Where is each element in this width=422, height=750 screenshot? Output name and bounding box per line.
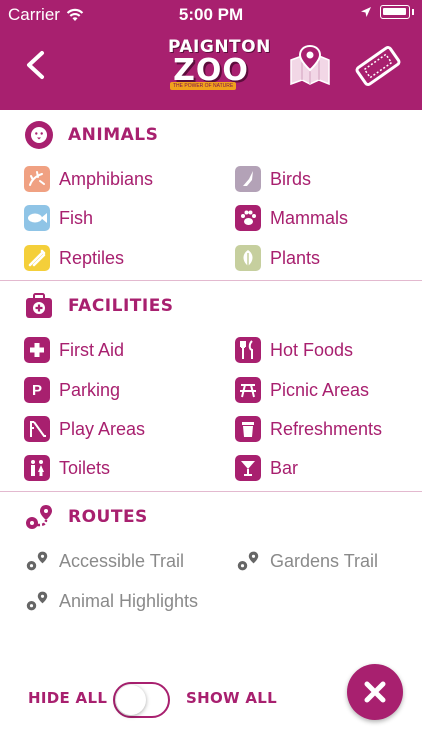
- section-divider: [0, 491, 422, 492]
- section-title-facilities: FACILITIES: [68, 296, 174, 316]
- lion-icon: [25, 121, 53, 149]
- frog-icon: [24, 166, 50, 192]
- status-time: 5:00 PM: [178, 5, 244, 24]
- status-bar: Carrier 5:00 PM: [0, 0, 422, 28]
- fish-icon: [24, 205, 50, 231]
- zoo-logo: PAIGNTON ZOO THE POWER OF NATURE: [168, 37, 271, 90]
- snake-icon: [24, 245, 50, 271]
- section-title-routes: ROUTES: [68, 507, 148, 527]
- route-icon: [24, 588, 50, 614]
- route-icon: [235, 548, 261, 574]
- hide-all-label[interactable]: HIDE ALL: [28, 689, 107, 707]
- filter-mammals[interactable]: Mammals: [235, 204, 348, 232]
- filter-toilets[interactable]: Toilets: [24, 454, 110, 482]
- ticket-icon: [355, 46, 401, 86]
- cocktail-icon: [235, 455, 261, 481]
- filter-play-areas[interactable]: Play Areas: [24, 415, 145, 443]
- picnic-table-icon: [235, 377, 261, 403]
- filter-fish[interactable]: Fish: [24, 204, 93, 232]
- cup-icon: [235, 416, 261, 442]
- route-gardens-trail[interactable]: Gardens Trail: [235, 547, 378, 575]
- app-header: Carrier 5:00 PM PAIGNTON ZOO THE POWER O…: [0, 0, 422, 110]
- filter-birds[interactable]: Birds: [235, 165, 311, 193]
- filter-parking[interactable]: P Parking: [24, 376, 120, 404]
- chevron-left-icon: [27, 51, 44, 79]
- toilets-icon: [24, 455, 50, 481]
- logo-tagline: THE POWER OF NATURE: [170, 82, 237, 90]
- filter-refreshments[interactable]: Refreshments: [235, 415, 382, 443]
- filter-bar[interactable]: Bar: [235, 454, 298, 482]
- paw-icon: [235, 205, 261, 231]
- toggle-knob: [116, 685, 146, 715]
- route-icon: [24, 548, 50, 574]
- section-facilities: FACILITIES: [24, 291, 174, 321]
- show-all-toggle[interactable]: [113, 682, 170, 718]
- section-routes: ROUTES: [24, 502, 148, 532]
- route-accessible-trail[interactable]: Accessible Trail: [24, 547, 184, 575]
- first-aid-kit-icon: [26, 293, 52, 318]
- tickets-button[interactable]: [354, 44, 402, 88]
- close-button[interactable]: [347, 664, 403, 720]
- utensils-icon: [235, 337, 261, 363]
- filter-first-aid[interactable]: First Aid: [24, 336, 124, 364]
- battery-icon: [380, 5, 410, 19]
- back-button[interactable]: [18, 48, 52, 82]
- section-title-animals: ANIMALS: [68, 125, 159, 145]
- bird-icon: [235, 166, 261, 192]
- map-button[interactable]: [288, 44, 332, 88]
- filter-hot-foods[interactable]: Hot Foods: [235, 336, 353, 364]
- slide-icon: [24, 416, 50, 442]
- filter-plants[interactable]: Plants: [235, 244, 320, 272]
- close-icon: [364, 681, 386, 703]
- leaf-icon: [235, 245, 261, 271]
- show-all-label[interactable]: SHOW ALL: [186, 689, 277, 707]
- filter-reptiles[interactable]: Reptiles: [24, 244, 124, 272]
- map-pin-icon: [290, 44, 330, 86]
- section-animals: ANIMALS: [24, 120, 158, 150]
- filter-amphibians[interactable]: Amphibians: [24, 165, 153, 193]
- location-arrow-icon: [361, 7, 371, 17]
- cross-icon: [24, 337, 50, 363]
- route-animal-highlights[interactable]: Animal Highlights: [24, 587, 198, 615]
- route-icon: [26, 505, 52, 529]
- filter-picnic-areas[interactable]: Picnic Areas: [235, 376, 369, 404]
- parking-icon: P: [24, 377, 50, 403]
- section-divider: [0, 280, 422, 281]
